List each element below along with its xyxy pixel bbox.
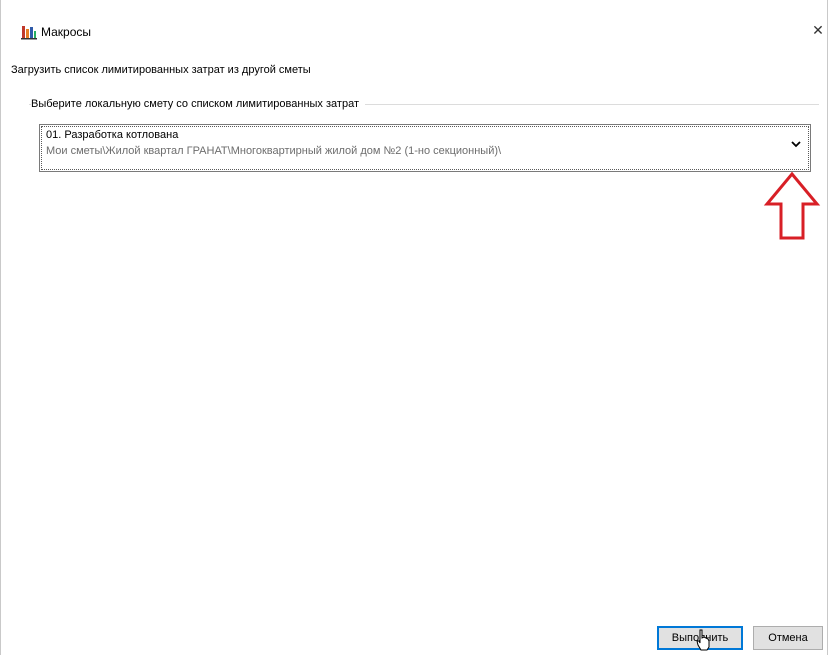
- estimate-name: 01. Разработка котлована: [46, 129, 179, 141]
- close-icon: ✕: [812, 23, 824, 39]
- cancel-button[interactable]: Отмена: [753, 626, 823, 650]
- estimate-path: Мои сметы\Жилой квартал ГРАНАТ\Многоквар…: [46, 145, 502, 157]
- group-label: Выберите локальную смету со списком лими…: [31, 98, 365, 110]
- chevron-down-icon[interactable]: [790, 139, 802, 149]
- title-bar: Макросы ✕: [1, 0, 828, 40]
- hand-pointer-icon: [696, 629, 710, 651]
- estimate-select[interactable]: 01. Разработка котлована Мои сметы\Жилой…: [39, 124, 811, 172]
- close-button[interactable]: ✕: [809, 22, 827, 40]
- chart-app-icon: [21, 26, 37, 40]
- instruction-text: Загрузить список лимитированных затрат и…: [11, 64, 311, 76]
- macros-dialog: Макросы ✕ Загрузить список лимитированны…: [0, 0, 828, 655]
- estimate-group-header: Выберите локальную смету со списком лими…: [29, 98, 819, 112]
- arrow-up-icon: [763, 172, 821, 240]
- window-title: Макросы: [41, 25, 92, 39]
